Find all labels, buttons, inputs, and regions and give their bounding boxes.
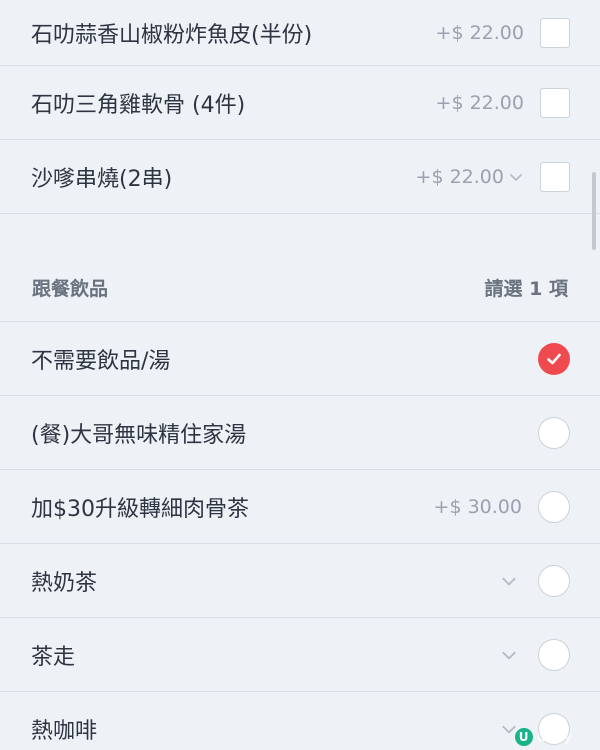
- addon-checkbox[interactable]: [540, 17, 570, 48]
- drink-option-label: 不需要飲品/湯: [31, 348, 171, 374]
- addon-row[interactable]: 沙嗲串燒(2串) +$ 22.00: [0, 140, 600, 214]
- watermark-text: unity: [536, 729, 572, 745]
- addon-price-text: +$ 22.00: [435, 21, 524, 44]
- watermark-logo: U: [514, 728, 533, 746]
- addon-price: +$ 22.00: [436, 22, 524, 44]
- scrollbar[interactable]: [592, 172, 596, 250]
- drink-option-row[interactable]: 茶走: [0, 618, 600, 692]
- addon-label: 沙嗲串燒(2串): [31, 166, 173, 192]
- addon-row[interactable]: 石叻三角雞軟骨 (4件) +$ 22.00: [0, 66, 600, 140]
- drink-option-price: +$ 30.00: [433, 495, 522, 518]
- drink-radio[interactable]: [538, 490, 570, 523]
- addon-label: 石叻三角雞軟骨 (4件): [31, 92, 246, 118]
- addon-price-text: +$ 22.00: [415, 165, 504, 188]
- drink-section-header: 跟餐飲品 請選 1 項: [0, 254, 600, 322]
- addon-checkbox[interactable]: [540, 161, 570, 192]
- drink-radio[interactable]: [538, 416, 570, 449]
- section-requirement: 請選 1 項: [484, 278, 568, 300]
- drink-option-label: 加$30升級轉細肉骨茶: [31, 496, 249, 522]
- drink-option-label: 熱奶茶: [31, 570, 98, 596]
- drink-option-label: 熱咖啡: [31, 718, 98, 744]
- chevron-down-icon[interactable]: [500, 572, 518, 590]
- drink-option-row[interactable]: 熱奶茶: [0, 544, 600, 618]
- drink-option-row[interactable]: (餐)大哥無味精住家湯: [0, 396, 600, 470]
- addon-label: 石叻蒜香山椒粉炸魚皮(半份): [31, 22, 313, 48]
- check-icon: [547, 353, 561, 364]
- addon-price-text: +$ 22.00: [435, 91, 524, 114]
- drink-option-row[interactable]: 熱咖啡: [0, 692, 600, 750]
- drink-option-row[interactable]: 不需要飲品/湯: [0, 322, 600, 396]
- drink-radio[interactable]: [538, 564, 570, 597]
- section-title: 跟餐飲品: [32, 278, 109, 300]
- addon-row[interactable]: 石叻蒜香山椒粉炸魚皮(半份) +$ 22.00: [0, 0, 600, 66]
- drink-radio[interactable]: [538, 638, 570, 671]
- drink-option-label: (餐)大哥無味精住家湯: [31, 422, 247, 448]
- chevron-down-icon[interactable]: [508, 169, 524, 185]
- watermark: U unity: [514, 728, 572, 746]
- drink-option-row[interactable]: 加$30升級轉細肉骨茶 +$ 30.00: [0, 470, 600, 544]
- drink-radio-selected[interactable]: [538, 342, 570, 375]
- chevron-down-icon[interactable]: [500, 646, 518, 664]
- addon-price: +$ 22.00: [436, 92, 524, 114]
- menu-options-page: 石叻蒜香山椒粉炸魚皮(半份) +$ 22.00 石叻三角雞軟骨 (4件) +$ …: [0, 0, 600, 750]
- addon-price[interactable]: +$ 22.00: [416, 166, 524, 188]
- drink-option-label: 茶走: [31, 644, 76, 670]
- addon-checkbox[interactable]: [540, 87, 570, 118]
